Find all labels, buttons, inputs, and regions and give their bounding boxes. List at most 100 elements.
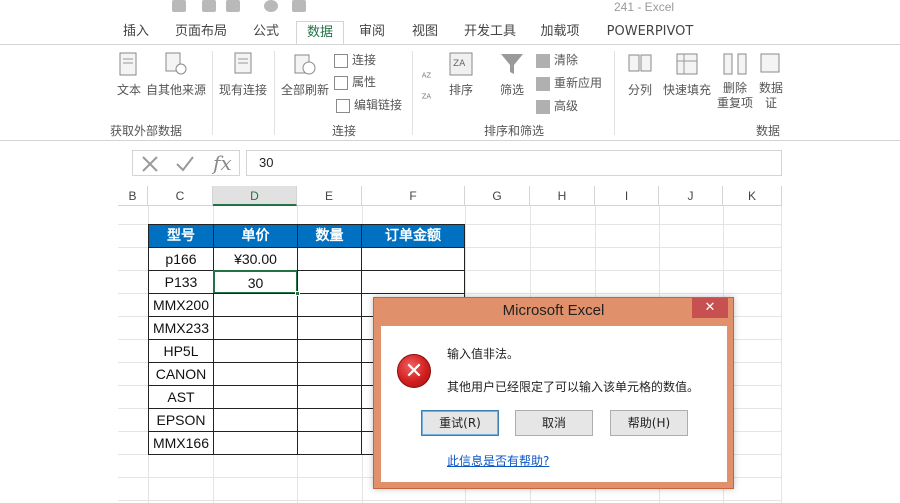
- table-cell[interactable]: [213, 339, 298, 363]
- table-header-cell[interactable]: 单价: [213, 224, 298, 248]
- remove-duplicates-icon: [723, 53, 747, 75]
- funnel-icon: [501, 54, 523, 74]
- table-cell[interactable]: CANON: [148, 362, 214, 386]
- advanced-filter-button[interactable]: 高级: [536, 97, 578, 115]
- column-header[interactable]: K: [723, 186, 782, 206]
- column-header[interactable]: G: [465, 186, 530, 206]
- advanced-filter-icon: [536, 99, 550, 114]
- feedback-link[interactable]: 此信息是否有帮助?: [447, 452, 549, 469]
- refresh-all-button[interactable]: 全部刷新: [278, 51, 332, 98]
- tab-view[interactable]: 视图: [405, 21, 445, 45]
- table-cell[interactable]: [213, 316, 298, 340]
- help-button[interactable]: 帮助(H): [610, 410, 688, 436]
- table-cell[interactable]: [297, 293, 362, 317]
- sort-az-icon[interactable]: [172, 0, 186, 12]
- table-header-cell[interactable]: 数量: [297, 224, 362, 248]
- tab-addins[interactable]: 加载项: [534, 21, 586, 45]
- flash-fill-button[interactable]: 快速填充: [660, 51, 714, 98]
- svg-text:ZA: ZA: [453, 59, 466, 69]
- cancel-button[interactable]: 取消: [515, 410, 593, 436]
- table-cell[interactable]: [297, 362, 362, 386]
- dialog-title: Microsoft Excel: [502, 302, 605, 319]
- table-cell[interactable]: [213, 408, 298, 432]
- table-cell[interactable]: [297, 385, 362, 409]
- reapply-button[interactable]: 重新应用: [536, 74, 602, 92]
- active-cell[interactable]: 30: [213, 270, 298, 294]
- formula-input[interactable]: 30: [246, 150, 782, 176]
- sort-az-button[interactable]: AZ ZA: [420, 53, 440, 105]
- tab-data[interactable]: 数据: [296, 21, 344, 45]
- table-cell[interactable]: MMX200: [148, 293, 214, 317]
- properties-icon: [334, 75, 348, 90]
- fill-handle[interactable]: [295, 291, 300, 296]
- column-header[interactable]: J: [659, 186, 723, 206]
- cancel-entry-icon[interactable]: [141, 155, 159, 173]
- table-cell[interactable]: [213, 431, 298, 455]
- insert-function-icon[interactable]: fx: [213, 153, 232, 173]
- quick-access-toolbar: 241 - Excel: [0, 0, 900, 18]
- table-cell[interactable]: [297, 431, 362, 455]
- table-cell[interactable]: [297, 316, 362, 340]
- retry-button[interactable]: 重试(R): [421, 410, 499, 436]
- sort-az-icon: AZ ZA: [422, 72, 432, 101]
- table-cell[interactable]: AST: [148, 385, 214, 409]
- tab-insert[interactable]: 插入: [114, 21, 158, 45]
- table-cell[interactable]: [297, 270, 362, 294]
- table-cell[interactable]: p166: [148, 247, 214, 271]
- sort-button[interactable]: ZA 排序: [444, 51, 478, 98]
- column-header[interactable]: F: [362, 186, 465, 206]
- tab-developer[interactable]: 开发工具: [458, 21, 522, 45]
- table-cell[interactable]: [213, 293, 298, 317]
- tab-review[interactable]: 审阅: [352, 21, 392, 45]
- group-connections: 连接: [332, 124, 357, 138]
- existing-connections-button[interactable]: 现有连接: [216, 51, 270, 98]
- data-validation-icon: [760, 53, 780, 73]
- tab-formulas[interactable]: 公式: [246, 21, 286, 45]
- edit-links-button[interactable]: 编辑链接: [336, 96, 402, 114]
- table-cell[interactable]: [361, 247, 465, 271]
- from-text-button[interactable]: 文本: [114, 51, 144, 98]
- column-header[interactable]: B: [118, 186, 148, 206]
- table-cell[interactable]: P133: [148, 270, 214, 294]
- camera-icon[interactable]: [292, 0, 306, 12]
- table-cell[interactable]: [297, 247, 362, 271]
- table-cell[interactable]: [297, 408, 362, 432]
- data-validation-button[interactable]: 数据证: [756, 51, 786, 111]
- column-header[interactable]: C: [148, 186, 213, 206]
- table-cell[interactable]: EPSON: [148, 408, 214, 432]
- filter-button[interactable]: 筛选: [496, 51, 528, 98]
- close-button[interactable]: ✕: [692, 298, 728, 318]
- table-cell[interactable]: [361, 270, 465, 294]
- table-cell[interactable]: ¥30.00: [213, 247, 298, 271]
- table-cell[interactable]: [213, 362, 298, 386]
- properties-button[interactable]: 属性: [334, 73, 376, 91]
- connections-button[interactable]: 连接: [334, 51, 376, 69]
- ribbon: 文本 自其他来源 获取外部数据 现有连接 全部刷新 连接 属性 编辑链接 连接: [0, 44, 900, 141]
- clear-filter-button[interactable]: 清除: [536, 51, 578, 69]
- connections-icon: [334, 53, 348, 68]
- existing-connections-icon: [234, 52, 252, 74]
- tab-powerpivot[interactable]: POWERPIVOT: [602, 21, 698, 45]
- filter-icon[interactable]: [202, 0, 216, 12]
- edit-links-icon: [336, 98, 350, 113]
- from-other-sources-button[interactable]: 自其他来源: [144, 51, 208, 98]
- table-cell[interactable]: MMX233: [148, 316, 214, 340]
- table-cell[interactable]: HP5L: [148, 339, 214, 363]
- table-cell[interactable]: MMX166: [148, 431, 214, 455]
- group-separator: [274, 51, 275, 135]
- text-to-columns-button[interactable]: 分列: [622, 51, 658, 98]
- tab-page-layout[interactable]: 页面布局: [170, 21, 232, 45]
- column-header[interactable]: E: [297, 186, 362, 206]
- table-cell[interactable]: [297, 339, 362, 363]
- column-header[interactable]: D: [213, 186, 297, 206]
- column-header[interactable]: H: [530, 186, 595, 206]
- confirm-entry-icon[interactable]: [175, 155, 195, 173]
- table-header-cell[interactable]: 订单金额: [361, 224, 465, 248]
- remove-duplicates-button[interactable]: 删除 重复项: [714, 51, 756, 111]
- table-header-cell[interactable]: 型号: [148, 224, 214, 248]
- circle-icon[interactable]: [264, 0, 278, 12]
- table-cell[interactable]: [213, 385, 298, 409]
- column-header[interactable]: I: [595, 186, 659, 206]
- pointer-icon[interactable]: [226, 0, 240, 12]
- error-dialog: Microsoft Excel ✕ ✕ 输入值非法。 其他用户已经限定了可以输入…: [373, 297, 734, 489]
